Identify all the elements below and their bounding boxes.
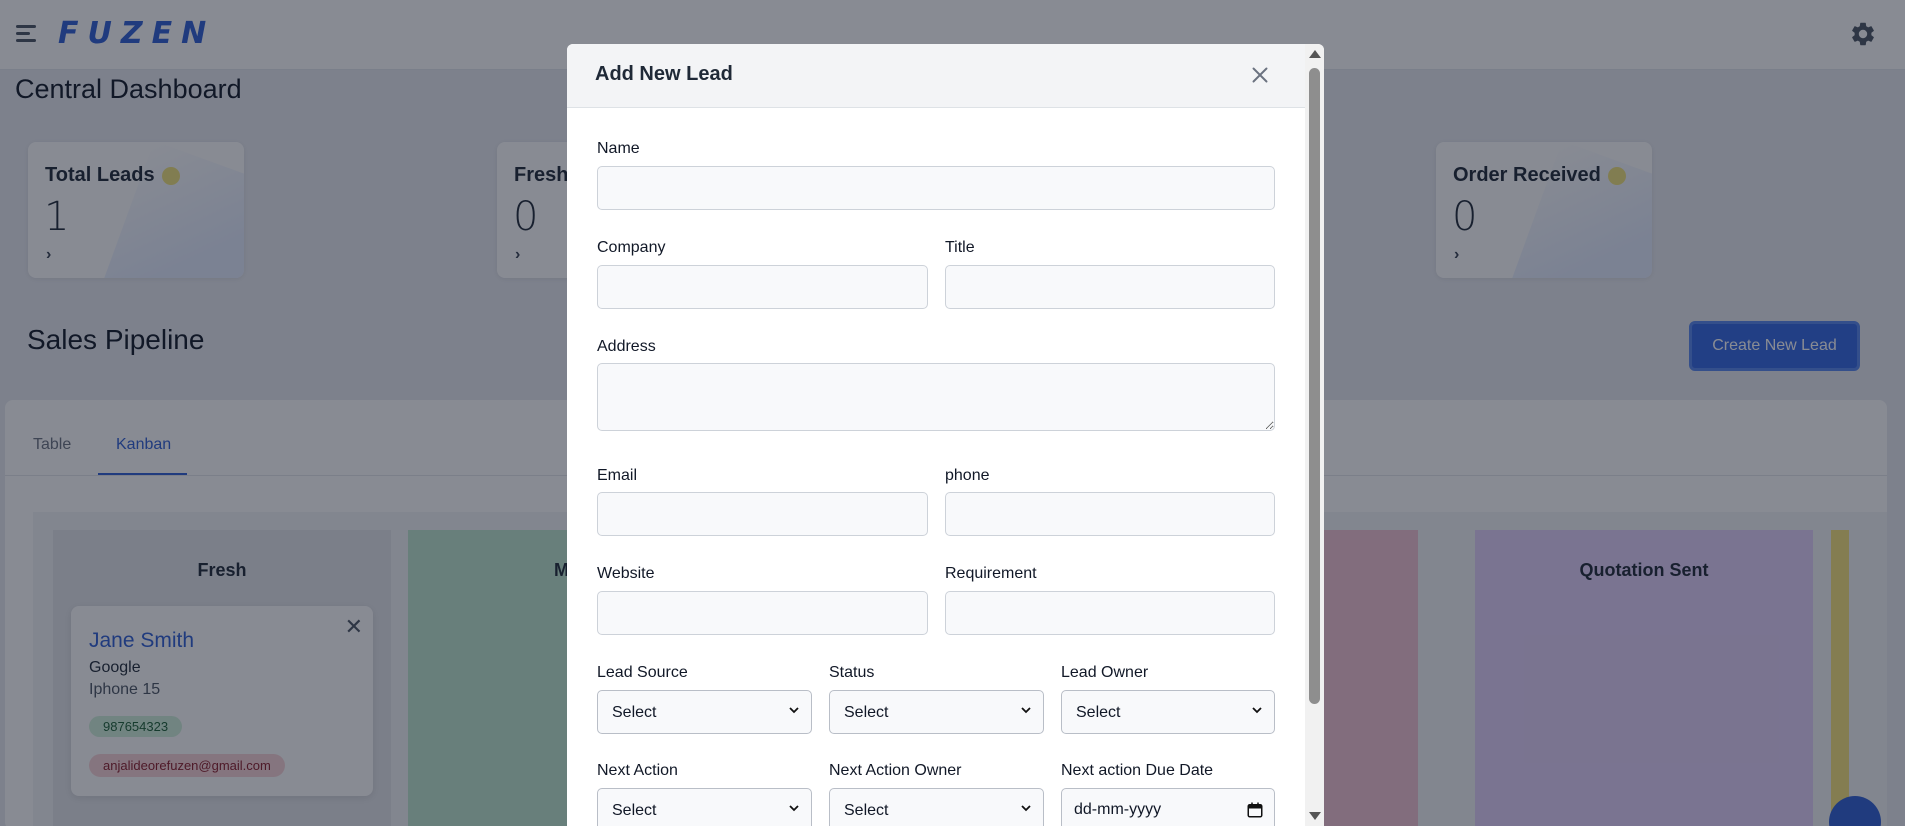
next-action-select-wrap: Select: [597, 788, 812, 826]
calendar-icon[interactable]: [1246, 801, 1264, 819]
lead-owner-select-wrap: Select: [1061, 690, 1275, 734]
name-input[interactable]: [597, 166, 1275, 210]
lead-owner-label: Lead Owner: [1061, 664, 1149, 681]
name-label: Name: [597, 140, 640, 157]
website-label: Website: [597, 565, 655, 582]
next-action-label: Next Action: [597, 762, 678, 779]
status-select-wrap: Select: [829, 690, 1044, 734]
lead-source-label: Lead Source: [597, 664, 688, 681]
status-label: Status: [829, 664, 875, 681]
title-input[interactable]: [945, 265, 1275, 309]
requirement-label: Requirement: [945, 565, 1037, 582]
scroll-up-arrow-icon[interactable]: [1309, 50, 1321, 58]
next-action-owner-label: Next Action Owner: [829, 762, 962, 779]
address-label: Address: [597, 338, 656, 355]
scrollbar-thumb[interactable]: [1309, 68, 1320, 704]
title-label: Title: [945, 239, 975, 256]
date-placeholder: dd-mm-yyyy: [1074, 801, 1162, 818]
address-textarea[interactable]: [597, 363, 1275, 431]
modal-header: Add New Lead: [567, 44, 1305, 108]
lead-source-select[interactable]: Select: [597, 690, 812, 734]
company-label: Company: [597, 239, 666, 256]
add-lead-modal: Add New Lead Name Company Title Address …: [567, 44, 1324, 826]
phone-input[interactable]: [945, 492, 1275, 536]
lead-owner-select[interactable]: Select: [1061, 690, 1275, 734]
modal-scrollbar[interactable]: [1305, 44, 1324, 826]
close-icon[interactable]: [1247, 62, 1273, 88]
email-input[interactable]: [597, 492, 928, 536]
status-select[interactable]: Select: [829, 690, 1044, 734]
company-input[interactable]: [597, 265, 928, 309]
email-label: Email: [597, 467, 638, 484]
requirement-input[interactable]: [945, 591, 1275, 635]
next-action-owner-select-wrap: Select: [829, 788, 1044, 826]
next-action-due-date-label: Next action Due Date: [1061, 762, 1214, 779]
next-action-due-date-input[interactable]: dd-mm-yyyy: [1061, 788, 1275, 826]
modal-title: Add New Lead: [595, 63, 733, 85]
website-input[interactable]: [597, 591, 928, 635]
next-action-select[interactable]: Select: [597, 788, 812, 826]
next-action-owner-select[interactable]: Select: [829, 788, 1044, 826]
lead-source-select-wrap: Select: [597, 690, 812, 734]
phone-label: phone: [945, 467, 990, 484]
scroll-down-arrow-icon[interactable]: [1309, 812, 1321, 820]
